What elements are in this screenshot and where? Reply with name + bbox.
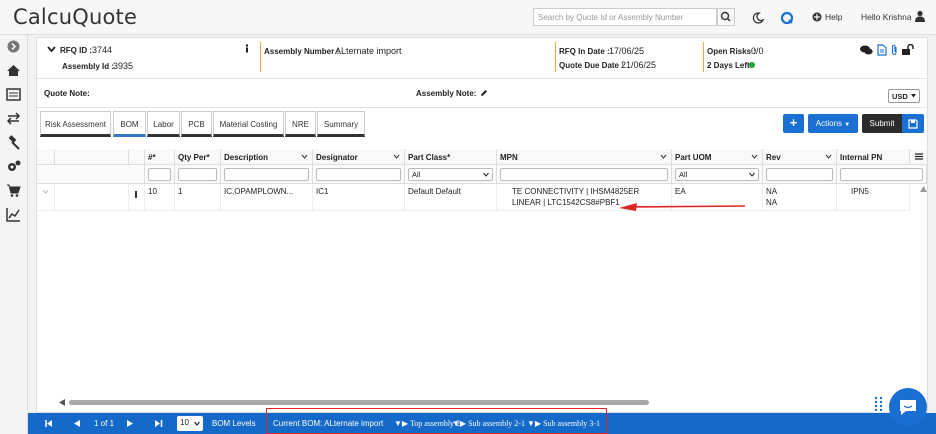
rfq-in-date-label: RFQ In Date : [559,47,610,56]
chevron-down-icon: ▼ [844,122,851,128]
horizontal-scrollbar[interactable] [59,399,927,406]
cart-icon[interactable] [6,183,21,198]
list-icon[interactable] [6,87,21,102]
header-divider [703,42,704,72]
collapse-chevron-icon[interactable] [47,46,56,53]
bom-crumb-sub-assembly-2-1[interactable]: ▼▶ Sub assembly 2-1 [452,419,525,428]
scroll-left-icon[interactable] [59,399,65,406]
home-icon[interactable] [6,63,21,78]
open-risks-label: Open Risks : [707,47,756,56]
tab-summary[interactable]: Summary [317,111,365,137]
unlock-icon[interactable] [901,44,914,56]
document-icon[interactable] [877,44,887,56]
tab-bom[interactable]: BOM [113,111,146,137]
comments-icon[interactable] [860,45,873,56]
rfq-header: RFQ ID : 3744 Assembly Id : 3935 Assembl… [37,38,929,79]
header-divider [260,42,261,72]
info-icon[interactable] [243,44,251,53]
first-page-icon[interactable] [44,420,52,427]
gavel-icon[interactable] [6,135,21,150]
left-sidebar [0,35,28,434]
help-icon[interactable] [812,12,822,22]
status-dot [749,62,755,68]
user-greeting[interactable]: Hello Krishna [861,12,912,22]
crumb-label: Sub assembly 3-1 [543,419,600,428]
transfer-icon[interactable] [6,111,21,126]
user-icon[interactable] [914,10,926,22]
search-input[interactable]: Search by Quote Id or Assembly Number [533,8,717,26]
dark-mode-moon-icon[interactable] [750,10,766,26]
tab-labor[interactable]: Labor [147,111,180,137]
page-size-select[interactable]: 10 [177,416,203,431]
assembly-id-value: 3935 [113,61,134,71]
quote-note-label[interactable]: Quote Note: [44,89,90,98]
chevron-down-icon [911,94,916,98]
chat-launcher-button[interactable] [889,388,927,426]
scrollbar-thumb[interactable] [69,400,649,405]
grip-dots-icon[interactable] [874,396,883,411]
help-link[interactable]: Help [825,12,842,22]
bom-crumb-top-assembly[interactable]: ▼▶ Top assembly 2 [394,419,460,428]
chart-icon[interactable] [6,207,21,222]
settings-gears-icon[interactable] [6,159,21,174]
save-icon [908,119,918,129]
rfq-in-date-value: 17/06/25 [609,46,645,56]
search-icon [720,11,731,22]
app-logo[interactable]: CalcuQuote [13,5,137,29]
bom-grid: #* Qty Per* Description Designator Part … [37,149,929,404]
attachment-icon[interactable] [891,44,898,56]
actions-dropdown[interactable]: Actions ▼ [808,114,858,133]
rfq-id-value: 3744 [92,45,113,55]
pager-footer: 1 of 1 10 BOM Levels Current BOM: ALtern… [28,408,936,434]
prev-page-icon[interactable] [74,420,80,427]
bom-levels-label[interactable]: BOM Levels [212,419,256,428]
assembly-number-label: Assembly Number : [264,47,340,56]
chat-icon [900,400,916,415]
back-arrow-icon[interactable] [6,39,21,54]
assembly-id-label: Assembly Id : [62,62,115,71]
tab-nre[interactable]: NRE [285,111,316,137]
search-button[interactable] [717,8,735,26]
top-bar: CalcuQuote Search by Quote Id or Assembl… [0,0,936,35]
quote-due-date-label: Quote Due Date : [559,61,624,70]
notes-bar: Quote Note: Assembly Note: USD [37,80,929,108]
rfq-id-label: RFQ ID : [60,46,92,55]
submit-button[interactable]: Submit [862,114,902,133]
next-page-icon[interactable] [127,420,133,427]
last-page-icon[interactable] [155,420,163,427]
tab-material-costing[interactable]: Material Costing [213,111,284,137]
quote-due-date-value: 21/06/25 [621,60,657,70]
current-bom[interactable]: Current BOM: ALternate import [273,419,383,428]
header-divider [555,42,556,72]
currency-value: USD [892,92,908,101]
tab-risk-assessment[interactable]: Risk Assessment [40,111,111,137]
crumb-label: Sub assembly 2-1 [468,419,525,428]
tab-pcb[interactable]: PCB [181,111,212,137]
currency-select[interactable]: USD [888,89,920,103]
pencil-icon[interactable] [480,89,488,97]
actions-label: Actions [815,119,843,128]
open-risks-value: 0/0 [751,46,764,56]
days-left: 2 Days Left [707,61,750,70]
annotation-arrow [619,203,746,211]
page-size-value: 10 [180,418,189,427]
assembly-note-label[interactable]: Assembly Note: [416,89,476,98]
assembly-number-value: ALternate import [335,46,402,56]
refresh-logo-icon[interactable] [779,10,795,26]
add-button[interactable]: + [783,114,804,133]
save-button[interactable] [902,114,924,133]
page-info: 1 of 1 [94,419,115,428]
bom-crumb-sub-assembly-3-1[interactable]: ▼▶ Sub assembly 3-1 [527,419,600,428]
main-content: RFQ ID : 3744 Assembly Id : 3935 Assembl… [36,37,929,413]
chevron-down-icon [194,421,200,426]
